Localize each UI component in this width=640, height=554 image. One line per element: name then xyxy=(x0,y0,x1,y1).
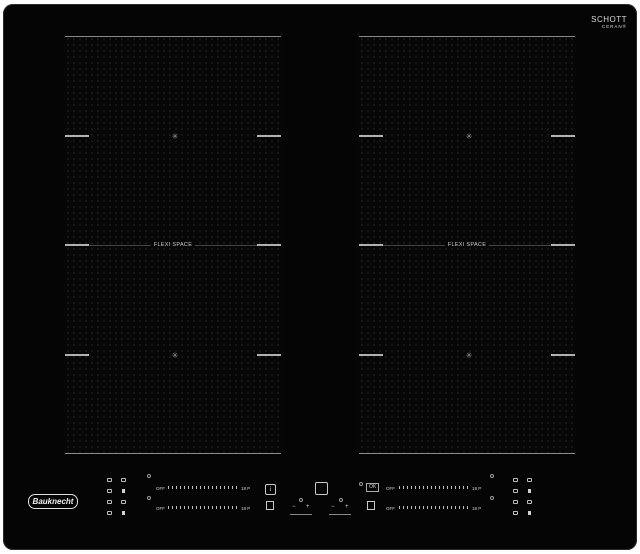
ok-indicator-dot xyxy=(359,482,363,486)
timer-underline xyxy=(329,514,351,515)
cooktop-glass: SCHOTT CERAN® FLEXI SPACE ✳ ✳ FLEXI SPAC… xyxy=(3,4,637,550)
power-slider-rear-left[interactable] xyxy=(168,506,238,509)
pan-icon[interactable] xyxy=(107,478,112,482)
zone-select-dot[interactable] xyxy=(147,474,151,478)
timer-minus-button[interactable]: − xyxy=(331,504,335,510)
timer-minus-button[interactable]: − xyxy=(292,504,296,510)
power-icon: i xyxy=(269,487,272,493)
zone-marker xyxy=(359,135,383,137)
power-slider-rear-right[interactable] xyxy=(399,506,469,509)
zone-select-dot[interactable] xyxy=(490,496,494,500)
zone-edge-top xyxy=(359,36,575,37)
level-indicator-icon xyxy=(528,511,531,515)
flexi-space-label-left: FLEXI SPACE xyxy=(150,242,196,248)
timer-icon[interactable] xyxy=(339,498,343,502)
timer-plus-button[interactable]: + xyxy=(345,504,349,510)
zone-marker xyxy=(257,135,281,137)
slider-max-label: 18 P xyxy=(472,486,482,491)
slider-max-label: 18 P xyxy=(472,506,482,511)
pan-icon[interactable] xyxy=(513,478,518,482)
pan-icon[interactable] xyxy=(513,511,518,515)
slider-off-label: OFF xyxy=(156,486,165,491)
level-indicator-icon xyxy=(122,511,125,515)
slider-off-label: OFF xyxy=(386,486,395,491)
power-button[interactable]: i xyxy=(265,484,276,495)
level-indicator-icon xyxy=(528,489,531,493)
zone-marker xyxy=(551,244,575,246)
pause-button[interactable] xyxy=(367,501,375,510)
power-slider-front-left[interactable] xyxy=(168,486,238,489)
slider-max-label: 18 P xyxy=(241,486,251,491)
power-slider-front-right[interactable] xyxy=(399,486,469,489)
lock-button[interactable] xyxy=(266,501,274,510)
zone-marker xyxy=(359,244,383,246)
menu-button[interactable] xyxy=(315,482,328,495)
flexi-space-label-right: FLEXI SPACE xyxy=(444,242,490,248)
ok-button[interactable]: OK xyxy=(366,483,380,492)
zone-center-mark-icon: ✳ xyxy=(171,132,179,141)
flexi-zone-right[interactable]: FLEXI SPACE ✳ ✳ xyxy=(359,36,575,454)
zone-edge-bottom xyxy=(359,453,575,454)
glass-brand-mark: SCHOTT CERAN® xyxy=(591,15,627,29)
zone-marker xyxy=(65,135,89,137)
timer-underline xyxy=(290,514,312,515)
zone-center-mark-icon: ✳ xyxy=(171,351,179,360)
pan-icon[interactable] xyxy=(107,511,112,515)
zone-marker xyxy=(65,354,89,356)
pan-icon[interactable] xyxy=(513,489,518,493)
level-indicator-icon xyxy=(122,489,125,493)
zone-marker xyxy=(257,354,281,356)
zone-marker xyxy=(359,354,383,356)
flexi-zone-left[interactable]: FLEXI SPACE ✳ ✳ xyxy=(65,36,281,454)
zone-select-dot[interactable] xyxy=(147,496,151,500)
zone-marker xyxy=(551,135,575,137)
pan-icon[interactable] xyxy=(107,500,112,504)
zone-center-mark-icon: ✳ xyxy=(465,351,473,360)
zone-edge-top xyxy=(65,36,281,37)
pan-icon[interactable] xyxy=(513,500,518,504)
timer-plus-button[interactable]: + xyxy=(306,504,310,510)
slider-max-label: 18 P xyxy=(241,506,251,511)
pan-icon[interactable] xyxy=(527,478,532,482)
bauknecht-logo: Bauknecht xyxy=(28,494,78,509)
timer-icon[interactable] xyxy=(299,498,303,502)
zone-marker xyxy=(257,244,281,246)
pan-icon[interactable] xyxy=(121,500,126,504)
zone-select-dot[interactable] xyxy=(490,474,494,478)
pan-icon[interactable] xyxy=(121,478,126,482)
slider-off-label: OFF xyxy=(156,506,165,511)
zone-center-mark-icon: ✳ xyxy=(465,132,473,141)
pan-icon[interactable] xyxy=(527,500,532,504)
pan-icon[interactable] xyxy=(107,489,112,493)
zone-edge-bottom xyxy=(65,453,281,454)
zone-marker xyxy=(65,244,89,246)
slider-off-label: OFF xyxy=(386,506,395,511)
zone-marker xyxy=(551,354,575,356)
